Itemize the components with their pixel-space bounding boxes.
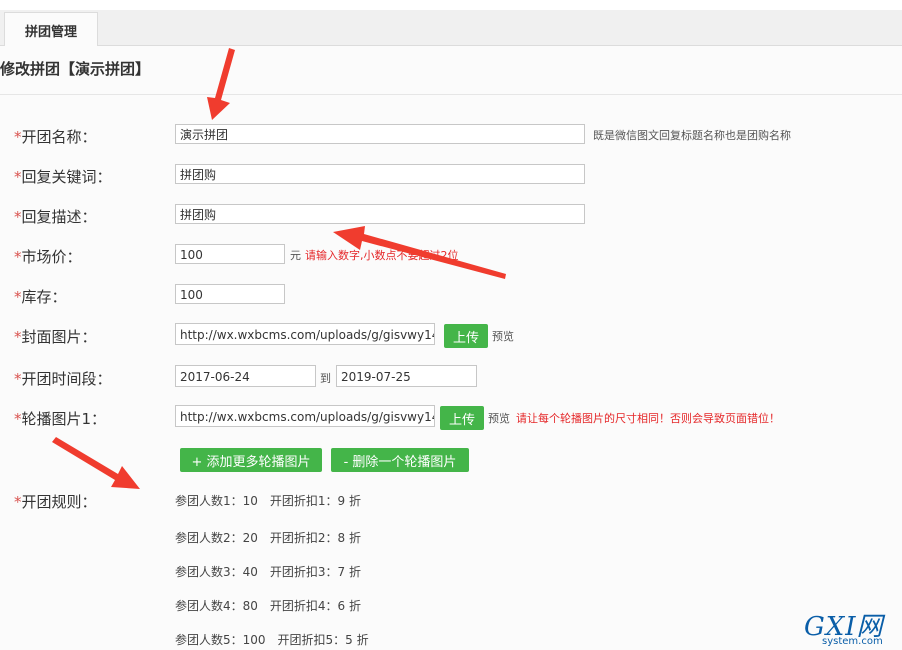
arrow-icon [333,226,506,279]
watermark-sub: system.com [822,636,883,647]
arrow-icon [52,437,140,489]
arrow-icon [207,48,235,120]
watermark-logo: GXI网 system.com [800,606,900,650]
annotation-arrows [52,48,506,489]
